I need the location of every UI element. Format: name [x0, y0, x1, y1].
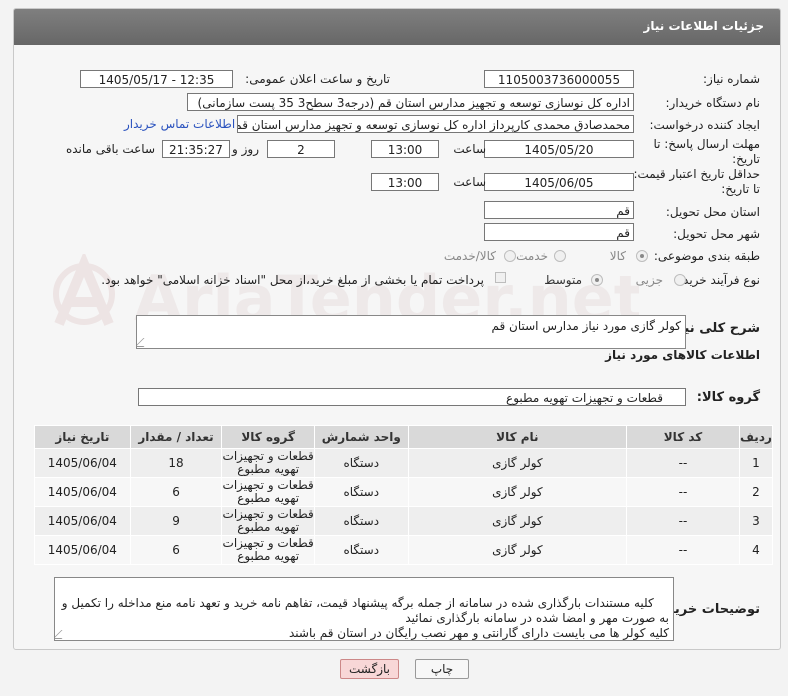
price-validity-time: 13:00 [371, 173, 439, 191]
table-row: 2 -- کولر گازی دستگاه قطعات و تجهیزات ته… [34, 477, 774, 507]
table-row: 4 -- کولر گازی دستگاه قطعات و تجهیزات ته… [34, 535, 774, 565]
cell-unit: دستگاه [313, 506, 409, 536]
time-remaining: 21:35:27 [162, 140, 230, 158]
table-row: 1 -- کولر گازی دستگاه قطعات و تجهیزات ته… [34, 448, 774, 478]
cell-unit: دستگاه [313, 535, 409, 565]
cell-row-number: 2 [738, 477, 774, 507]
need-details-panel: جزئیات اطلاعات نیاز AriaTender.net شماره… [13, 8, 781, 650]
cell-quantity: 6 [129, 477, 223, 507]
resize-grip-icon[interactable] [55, 630, 71, 639]
requester-field: محمدصادق محمدی کارپرداز اداره کل نوسازی … [237, 115, 634, 133]
goods-group-field: قطعات و تجهیزات تهویه مطبوع [138, 388, 686, 406]
cell-item-name: کولر گازی [407, 448, 628, 478]
reply-deadline-label: مهلت ارسال پاسخ: تا [653, 137, 760, 151]
announce-datetime-label: تاریخ و ساعت اعلان عمومی: [245, 72, 390, 86]
cell-item-code: -- [626, 506, 740, 536]
cell-need-date: 1405/06/04 [34, 506, 131, 536]
price-validity-date: 1405/06/05 [484, 173, 634, 191]
col-header-item-code: کد کالا [626, 425, 740, 449]
need-summary-text: کولر گازی مورد نیاز مدارس استان قم [491, 319, 681, 333]
purchase-type-option-minor: جزیی [635, 273, 663, 287]
purchase-type-radio-medium[interactable] [591, 274, 603, 286]
requester-label: ایجاد کننده درخواست: [649, 118, 760, 132]
delivery-city-label: شهر محل تحویل: [673, 227, 760, 241]
cell-item-name: کولر گازی [407, 535, 628, 565]
cell-item-group: قطعات و تجهیزات تهویه مطبوع [221, 506, 315, 536]
cell-unit: دستگاه [313, 448, 409, 478]
category-option-goods: کالا [609, 249, 626, 263]
goods-group-label: گروه کالا: [696, 390, 760, 405]
category-radio-goods[interactable] [636, 250, 648, 262]
cell-need-date: 1405/06/04 [34, 477, 131, 507]
category-label: طبقه بندی موضوعی: [653, 249, 760, 263]
price-validity-time-label: ساعت [453, 175, 486, 189]
buyer-org-field: اداره کل نوسازی توسعه و تجهیز مدارس استا… [187, 93, 634, 111]
days-remaining: 2 [267, 140, 335, 158]
cell-item-code: -- [626, 448, 740, 478]
price-validity-label-2: تا تاریخ: [721, 182, 760, 196]
cell-item-code: -- [626, 477, 740, 507]
cell-item-name: کولر گازی [407, 477, 628, 507]
panel-header: جزئیات اطلاعات نیاز [14, 9, 780, 45]
cell-item-group: قطعات و تجهیزات تهویه مطبوع [221, 477, 315, 507]
purchase-type-option-medium: متوسط [544, 273, 582, 287]
cell-item-code: -- [626, 535, 740, 565]
col-header-quantity: تعداد / مقدار [129, 425, 223, 449]
cell-row-number: 1 [738, 448, 774, 478]
category-radio-goods-service[interactable] [504, 250, 516, 262]
delivery-province-label: استان محل تحویل: [665, 205, 760, 219]
days-label: روز و [232, 142, 259, 156]
category-radio-service[interactable] [554, 250, 566, 262]
cell-item-name: کولر گازی [407, 506, 628, 536]
delivery-province-field: قم [484, 201, 634, 219]
cell-item-group: قطعات و تجهیزات تهویه مطبوع [221, 448, 315, 478]
cell-quantity: 9 [129, 506, 223, 536]
print-button[interactable]: چاپ [415, 659, 469, 679]
resize-grip-icon[interactable] [137, 338, 153, 347]
reply-time-label: ساعت [453, 142, 486, 156]
table-header-row: ردیف کد کالا نام کالا واحد شمارش گروه کا… [34, 425, 774, 449]
announce-datetime-field: 1405/05/17 - 12:35 [80, 70, 233, 88]
price-validity-label: حداقل تاریخ اعتبار قیمت: [633, 167, 760, 181]
col-header-item-name: نام کالا [407, 425, 628, 449]
col-header-row-number: ردیف [738, 425, 774, 449]
reply-deadline-label-2: تاریخ: [732, 152, 760, 166]
buyer-notes-text: کلیه مستندات بارگذاری شده در سامانه از ج… [61, 596, 669, 640]
col-header-unit: واحد شمارش [313, 425, 409, 449]
cell-quantity: 18 [129, 448, 223, 478]
buyer-contact-link[interactable]: اطلاعات تماس خریدار [124, 117, 235, 131]
delivery-city-field: قم [484, 223, 634, 241]
cell-quantity: 6 [129, 535, 223, 565]
col-header-need-date: تاریخ نیاز [34, 425, 131, 449]
panel-title: جزئیات اطلاعات نیاز [643, 19, 764, 33]
purchase-type-radio-minor[interactable] [674, 274, 686, 286]
cell-unit: دستگاه [313, 477, 409, 507]
remaining-label: ساعت باقی مانده [65, 142, 155, 156]
cell-row-number: 3 [738, 506, 774, 536]
cell-need-date: 1405/06/04 [34, 535, 131, 565]
goods-section-title: اطلاعات کالاهای مورد نیاز [605, 348, 760, 362]
reply-deadline-time: 13:00 [371, 140, 439, 158]
col-header-item-group: گروه کالا [221, 425, 315, 449]
buyer-notes-textarea[interactable]: کلیه مستندات بارگذاری شده در سامانه از ج… [54, 577, 674, 641]
reply-deadline-date: 1405/05/20 [484, 140, 634, 158]
purchase-type-label: نوع فرآیند خرید : [675, 273, 760, 287]
category-option-goods-service: کالا/خدمت [443, 249, 496, 263]
need-summary-textarea[interactable]: کولر گازی مورد نیاز مدارس استان قم [136, 315, 686, 349]
need-number-field: 1105003736000055 [484, 70, 634, 88]
cell-item-group: قطعات و تجهیزات تهویه مطبوع [221, 535, 315, 565]
cell-need-date: 1405/06/04 [34, 448, 131, 478]
buyer-org-label: نام دستگاه خریدار: [665, 96, 761, 110]
treasury-checkbox[interactable] [495, 272, 506, 283]
back-button[interactable]: بازگشت [340, 659, 399, 679]
treasury-note: پرداخت تمام یا بخشی از مبلغ خرید،از محل … [101, 273, 484, 287]
cell-row-number: 4 [738, 535, 774, 565]
need-number-label: شماره نیاز: [703, 72, 760, 86]
goods-table: ردیف کد کالا نام کالا واحد شمارش گروه کا… [34, 425, 774, 565]
table-row: 3 -- کولر گازی دستگاه قطعات و تجهیزات ته… [34, 506, 774, 536]
category-option-service: خدمت [516, 249, 548, 263]
